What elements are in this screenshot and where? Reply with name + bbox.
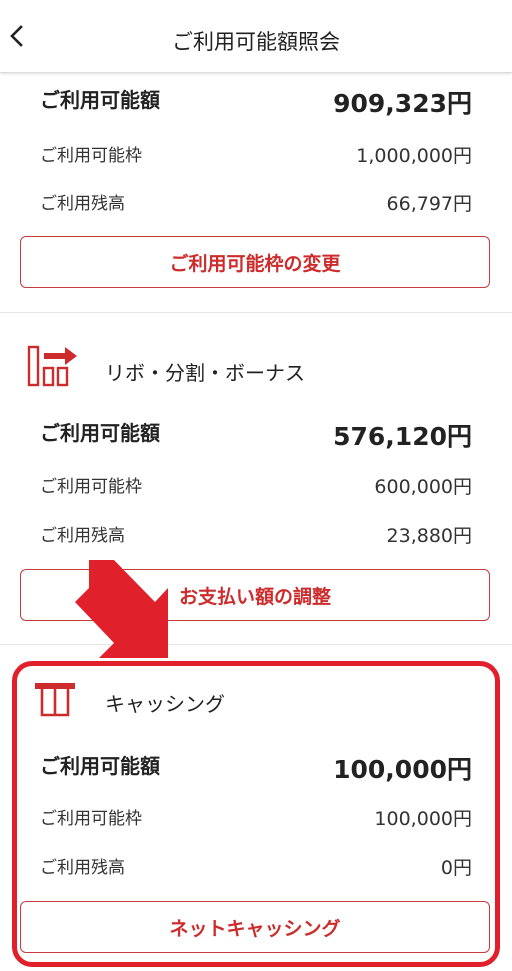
- red-arrow-icon: [75, 560, 168, 658]
- limit-value: 600,000円: [374, 476, 472, 498]
- limit-value: 1,000,000円: [356, 145, 472, 167]
- available-value: 576,120円: [333, 422, 472, 451]
- balance-label: ご利用残高: [40, 194, 125, 214]
- revolving-title: リボ・分割・ボーナス: [105, 361, 305, 385]
- page-title: ご利用可能額照会: [172, 30, 340, 54]
- balance-value: 23,880円: [386, 525, 472, 547]
- app-header: ご利用可能額照会: [0, 0, 512, 73]
- balance-value: 66,797円: [386, 193, 472, 215]
- section-divider: [0, 312, 512, 313]
- limit-label: ご利用可能枠: [40, 477, 142, 497]
- change-limit-button[interactable]: ご利用可能枠の変更: [20, 236, 490, 288]
- available-label: ご利用可能額: [40, 88, 160, 112]
- limit-label: ご利用可能枠: [40, 146, 142, 166]
- revolving-split-icon: [27, 345, 77, 387]
- available-value: 909,323円: [333, 89, 472, 118]
- available-label: ご利用可能額: [40, 421, 160, 445]
- balance-label: ご利用残高: [40, 526, 125, 546]
- highlight-frame: [12, 661, 500, 967]
